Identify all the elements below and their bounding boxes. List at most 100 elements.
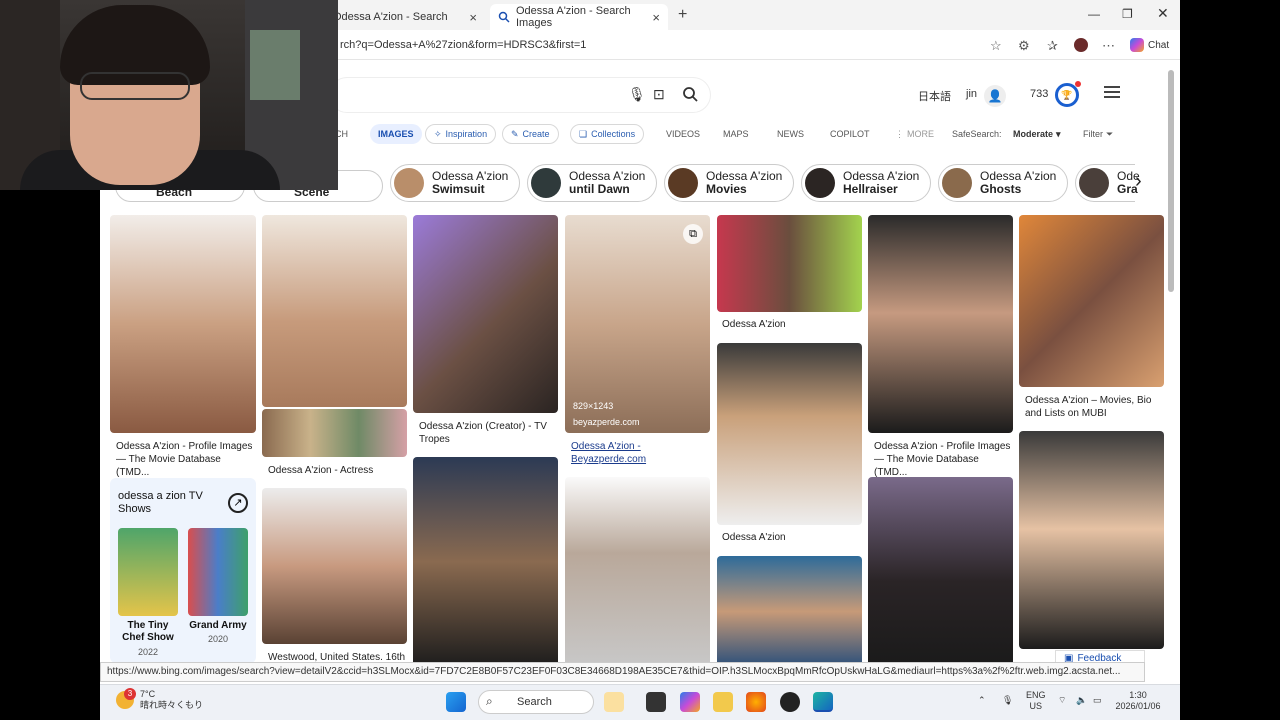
- collections-icon: ❏: [579, 128, 588, 139]
- chevron-right-icon[interactable]: ›: [1135, 170, 1142, 193]
- avatar-icon[interactable]: 👤: [984, 85, 1006, 107]
- start-icon[interactable]: [446, 692, 466, 712]
- result-image[interactable]: [868, 215, 1013, 433]
- filter-label: Filter: [1083, 129, 1103, 139]
- weather-temp: 7°C: [140, 689, 156, 699]
- input-language[interactable]: ENG US: [1026, 690, 1046, 712]
- wifi-icon[interactable]: ⌔: [1058, 695, 1066, 706]
- result-image[interactable]: [565, 477, 710, 667]
- nav-maps[interactable]: MAPS: [723, 127, 749, 141]
- image-source[interactable]: beyazperde.com: [573, 417, 640, 427]
- filter-button[interactable]: Filter ⏷: [1083, 127, 1113, 141]
- result-image[interactable]: [868, 477, 1013, 667]
- new-tab-button[interactable]: +: [678, 6, 687, 24]
- related-chip[interactable]: Odessa A'zion Ghosts: [938, 164, 1068, 202]
- copilot-label: Chat: [1148, 39, 1170, 51]
- nav-images[interactable]: IMAGES: [370, 124, 422, 144]
- nav-inspiration[interactable]: ✧ Inspiration: [425, 124, 497, 144]
- edge-icon[interactable]: [813, 692, 833, 712]
- create-icon: ✎: [511, 128, 519, 139]
- firefox-icon[interactable]: [746, 692, 766, 712]
- result-image[interactable]: [413, 215, 558, 413]
- visual-search-icon[interactable]: ⊡: [653, 86, 665, 103]
- visual-search-icon[interactable]: ⧉: [683, 224, 703, 244]
- lang-line2: US: [1029, 701, 1043, 711]
- favorite-star-icon[interactable]: ☆: [990, 38, 1002, 54]
- result-image[interactable]: [717, 215, 862, 312]
- url-field[interactable]: rch?q=Odessa+A%27zion&form=HDRSC3&first=…: [340, 39, 586, 51]
- nav-copilot[interactable]: COPILOT: [830, 127, 870, 141]
- copilot-app-icon[interactable]: [680, 692, 700, 712]
- result-image[interactable]: [262, 488, 407, 644]
- profile-icon[interactable]: [1074, 38, 1088, 52]
- microphone-icon[interactable]: 🎙: [1002, 695, 1013, 706]
- result-caption[interactable]: Odessa A'zion (Creator) - TV Tropes: [419, 420, 559, 446]
- menu-icon[interactable]: [1104, 86, 1120, 98]
- result-caption[interactable]: Odessa A'zion - Profile Images — The Mov…: [116, 440, 256, 479]
- related-chip[interactable]: Odessa A'zion Movies: [664, 164, 794, 202]
- result-caption[interactable]: Odessa A'zion: [722, 318, 862, 331]
- minimize-icon[interactable]: —: [1088, 7, 1100, 21]
- result-image[interactable]: [110, 215, 256, 433]
- volume-icon[interactable]: 🔈: [1076, 695, 1087, 706]
- related-chip[interactable]: Odessa A'zion until Dawn: [527, 164, 657, 202]
- inspiration-icon: ✧: [434, 128, 442, 139]
- result-image[interactable]: [717, 556, 862, 667]
- related-chip[interactable]: Ode Gra: [1075, 164, 1140, 202]
- scrollbar-thumb[interactable]: [1168, 70, 1174, 292]
- close-icon[interactable]: ×: [469, 10, 477, 25]
- result-caption[interactable]: Odessa A'zion - Actress: [268, 464, 408, 477]
- user-name[interactable]: jin: [966, 88, 977, 100]
- battery-icon[interactable]: ▭: [1093, 695, 1102, 706]
- taskbar-search[interactable]: Search: [478, 690, 594, 714]
- tv-show-poster[interactable]: [188, 528, 248, 616]
- webcam-overlay: [0, 0, 338, 190]
- tv-show-poster[interactable]: [118, 528, 178, 616]
- related-chip[interactable]: Odessa A'zion Swimsuit: [390, 164, 520, 202]
- clock[interactable]: 1:30 2026/01/06: [1110, 690, 1166, 712]
- nav-news[interactable]: NEWS: [777, 127, 804, 141]
- arrow-up-right-icon[interactable]: ↗: [228, 493, 248, 513]
- rewards-points[interactable]: 733: [1030, 88, 1048, 100]
- rewards-icon[interactable]: 🏆: [1055, 83, 1079, 107]
- more-icon[interactable]: ⋯: [1102, 38, 1115, 54]
- nav-create[interactable]: ✎ Create: [502, 124, 559, 144]
- related-chip[interactable]: Odessa A'zion Hellraiser: [801, 164, 931, 202]
- result-caption[interactable]: Odessa A'zion: [722, 531, 862, 544]
- tv-show-name[interactable]: Grand Army: [188, 620, 248, 632]
- weather-widget[interactable]: 7°C 晴れ時々くもり: [140, 689, 203, 711]
- microphone-icon[interactable]: 🎙: [628, 86, 646, 103]
- result-caption[interactable]: Odessa A'zion – Movies, Bio and Lists on…: [1025, 394, 1165, 420]
- language-link[interactable]: 日本語: [918, 88, 951, 104]
- result-image[interactable]: [262, 215, 407, 407]
- chevron-up-icon[interactable]: ⌃: [978, 695, 986, 706]
- chip-thumbnail: [942, 168, 972, 198]
- search-icon[interactable]: [682, 86, 698, 105]
- favorites-icon[interactable]: ✰: [1047, 38, 1058, 54]
- file-explorer-icon[interactable]: [713, 692, 733, 712]
- maximize-icon[interactable]: ❐: [1122, 7, 1133, 21]
- result-caption[interactable]: Odessa A'zion - Beyazperde.com: [571, 440, 711, 466]
- nav-collections[interactable]: ❏ Collections: [570, 124, 645, 144]
- chip-text-bold: until Dawn: [569, 182, 630, 196]
- result-image[interactable]: [717, 343, 862, 525]
- extensions-icon[interactable]: ⚙: [1018, 38, 1030, 54]
- result-image-strip[interactable]: [262, 409, 407, 457]
- result-image[interactable]: [1019, 215, 1164, 387]
- copilot-button[interactable]: Chat: [1124, 35, 1175, 55]
- result-image[interactable]: [413, 457, 558, 667]
- app-icon[interactable]: [780, 692, 800, 712]
- nav-more[interactable]: ⋮ MORE: [895, 127, 934, 141]
- nav-videos[interactable]: VIDEOS: [666, 127, 700, 141]
- tv-card-title[interactable]: odessa a zion TV Shows: [118, 490, 228, 516]
- tv-show-name[interactable]: The Tiny Chef Show: [118, 620, 178, 644]
- tab-search-images[interactable]: Odessa A'zion - Search Images ×: [490, 4, 668, 30]
- task-view-icon[interactable]: [646, 692, 666, 712]
- close-icon[interactable]: ×: [652, 10, 660, 25]
- safesearch-dropdown[interactable]: Moderate ▾: [1013, 127, 1061, 141]
- result-caption[interactable]: Odessa A'zion - Profile Images — The Mov…: [874, 440, 1014, 479]
- close-window-icon[interactable]: ✕: [1157, 5, 1169, 22]
- tab-search[interactable]: Odessa A'zion - Search ×: [325, 4, 485, 30]
- result-image[interactable]: [1019, 431, 1164, 649]
- widget-icon[interactable]: [604, 692, 624, 712]
